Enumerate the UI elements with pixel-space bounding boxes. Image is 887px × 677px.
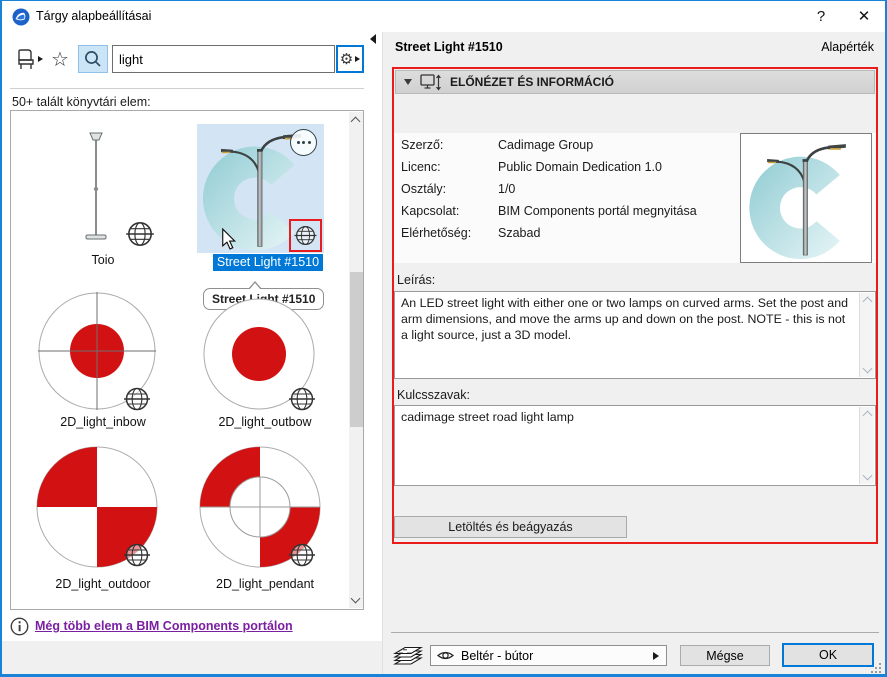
ok-button[interactable]: OK — [782, 643, 874, 667]
download-embed-button[interactable]: Letöltés és beágyazás — [394, 516, 627, 538]
help-button[interactable]: ? — [808, 5, 834, 29]
library-panel: ☆ ⚙ 50+ talált könyvtári elem: Toio — [2, 32, 382, 641]
download-globe-icon[interactable] — [286, 539, 318, 571]
list-item-label[interactable]: 2D_light_outbow — [179, 415, 351, 429]
description-text: An LED street light with either one or t… — [401, 296, 848, 342]
field-label: Szerző: — [401, 138, 444, 152]
download-globe-icon[interactable] — [121, 539, 153, 571]
object-settings-dialog: Tárgy alapbeállításai ? ✕ ☆ ⚙ 50 — [0, 0, 887, 677]
folder-view-button[interactable] — [14, 45, 44, 73]
field-label: Kapcsolat: — [401, 204, 460, 218]
title-bar[interactable]: Tárgy alapbeállításai ? ✕ — [2, 1, 885, 32]
field-value: Szabad — [498, 226, 541, 240]
window-title: Tárgy alapbeállításai — [36, 9, 152, 23]
download-globe-icon[interactable] — [292, 222, 319, 249]
scroll-up-icon[interactable] — [350, 116, 361, 127]
keywords-text: cadimage street road light lamp — [401, 410, 574, 424]
scrollbar-thumb[interactable] — [349, 272, 363, 427]
chair-icon — [17, 49, 34, 69]
field-label: Osztály: — [401, 182, 447, 196]
scroll-up-icon[interactable] — [862, 410, 872, 421]
description-label: Leírás: — [397, 273, 436, 287]
more-options-button[interactable] — [290, 129, 317, 156]
eye-icon — [437, 651, 454, 660]
preview-pane-icon — [420, 73, 442, 90]
field-value: 1/0 — [498, 182, 516, 196]
default-value-label: Alapérték — [821, 40, 874, 54]
scroll-down-icon[interactable] — [862, 470, 872, 481]
field-label: Elérhetőség: — [401, 226, 472, 240]
description-textarea[interactable]: An LED street light with either one or t… — [394, 291, 876, 379]
close-button[interactable]: ✕ — [849, 5, 879, 29]
selected-object-title: Street Light #1510 — [395, 40, 503, 54]
combo-expand-icon — [653, 651, 659, 660]
scroll-down-icon[interactable] — [350, 593, 361, 604]
list-item-label[interactable]: 2D_light_inbow — [17, 415, 189, 429]
selected-item-label[interactable]: Street Light #1510 — [212, 254, 324, 271]
layer-combo[interactable]: Beltér - bútor — [430, 645, 667, 666]
scroll-up-icon[interactable] — [862, 296, 872, 307]
archicad-logo-icon — [12, 8, 30, 26]
cancel-button[interactable]: Mégse — [680, 645, 770, 666]
section-title: ELŐNÉZET ÉS INFORMÁCIÓ — [450, 75, 615, 89]
scroll-down-icon[interactable] — [862, 363, 872, 374]
mouse-cursor-icon — [222, 228, 236, 250]
bim-components-link[interactable]: Még több elem a BIM Components portálon — [35, 619, 293, 633]
section-collapse-icon[interactable] — [404, 79, 412, 85]
gear-icon: ⚙ — [339, 51, 354, 68]
more-elements-row: Még több elem a BIM Components portálon — [10, 615, 370, 637]
field-value[interactable]: BIM Components portál megnyitása — [498, 204, 697, 218]
download-globe-icon[interactable] — [123, 217, 157, 251]
preview-info-group-annotated: ELŐNÉZET ÉS INFORMÁCIÓ Szerző: Cadimage … — [392, 67, 878, 544]
details-panel: Street Light #1510 Alapérték ELŐNÉZET ÉS… — [383, 32, 885, 674]
section-header[interactable]: ELŐNÉZET ÉS INFORMÁCIÓ — [395, 70, 875, 94]
search-mode-button[interactable] — [78, 45, 108, 73]
favorites-button[interactable]: ☆ — [47, 45, 73, 73]
search-input[interactable] — [112, 45, 335, 73]
list-item-label-selected[interactable]: Street Light #1510 — [189, 254, 347, 271]
globe-annotation-frame — [289, 219, 322, 252]
library-item-list[interactable]: Toio Street Light #1510 Street Light #15… — [10, 110, 364, 610]
download-globe-icon[interactable] — [286, 383, 318, 415]
street-light-thumbnail[interactable] — [197, 124, 324, 253]
textarea-scrollbar[interactable] — [859, 293, 874, 377]
object-preview-image — [740, 133, 872, 263]
field-value: Cadimage Group — [498, 138, 594, 152]
search-icon — [85, 51, 101, 67]
resize-grip[interactable] — [869, 661, 881, 673]
layers-icon[interactable] — [393, 644, 423, 666]
list-scrollbar[interactable] — [349, 112, 363, 608]
field-value: Public Domain Dedication 1.0 — [498, 160, 662, 174]
keywords-textarea[interactable]: cadimage street road light lamp — [394, 405, 876, 486]
toolbar-separator — [10, 88, 364, 89]
flyout-arrow-icon — [37, 56, 43, 62]
textarea-scrollbar[interactable] — [859, 407, 874, 484]
field-label: Licenc: — [401, 160, 441, 174]
search-settings-button[interactable]: ⚙ — [336, 45, 364, 73]
star-icon: ☆ — [51, 48, 69, 71]
results-count-label: 50+ talált könyvtári elem: — [12, 95, 151, 109]
download-globe-icon[interactable] — [121, 383, 153, 415]
collapse-panel-arrow-icon[interactable] — [370, 34, 376, 44]
list-item-label[interactable]: Toio — [23, 253, 183, 267]
list-item-label[interactable]: 2D_light_outdoor — [17, 577, 189, 591]
keywords-label: Kulcsszavak: — [397, 388, 470, 402]
flyout-arrow-icon — [355, 56, 361, 62]
list-item-label[interactable]: 2D_light_pendant — [179, 577, 351, 591]
info-icon — [10, 617, 29, 635]
layer-combo-value: Beltér - bútor — [461, 648, 534, 663]
toio-lamp-thumbnail[interactable] — [73, 127, 119, 251]
footer-separator — [391, 632, 879, 633]
